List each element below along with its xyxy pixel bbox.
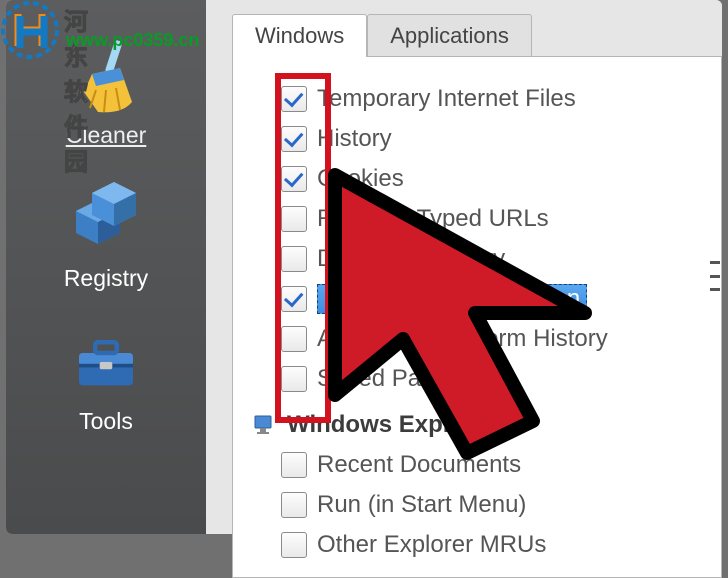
checkbox-download-history[interactable]: [281, 246, 307, 272]
item-label: Recent Documents: [317, 451, 521, 479]
checkbox-cookies[interactable]: [281, 166, 307, 192]
list-item[interactable]: Temporary Internet Files: [251, 79, 709, 119]
list-item[interactable]: Cookies: [251, 159, 709, 199]
item-label: Temporary Internet Files: [317, 85, 576, 113]
list-item[interactable]: Recent Documents: [251, 445, 709, 485]
item-label: Recently Typed URLs: [317, 205, 549, 233]
sidebar: Cleaner Registry: [6, 0, 206, 534]
broom-icon: [66, 36, 146, 116]
tab-bar: Windows Applications: [232, 14, 722, 57]
toolbox-icon: [66, 322, 146, 402]
list-item[interactable]: Run (in Start Menu): [251, 485, 709, 525]
item-label: Run (in Start Menu): [317, 491, 526, 519]
sidebar-label-registry: Registry: [64, 265, 148, 292]
item-label: Last Download Location: [317, 284, 587, 314]
item-label: History: [317, 125, 392, 153]
tab-applications[interactable]: Applications: [367, 14, 532, 57]
list-item[interactable]: Recently Typed URLs: [251, 199, 709, 239]
main-panel: Windows Applications Temporary Internet …: [206, 0, 722, 534]
tab-windows[interactable]: Windows: [232, 14, 367, 57]
list-item[interactable]: Saved Passwords: [251, 359, 709, 399]
checkbox-temp-files[interactable]: [281, 86, 307, 112]
checkbox-other-mru[interactable]: [281, 532, 307, 558]
checkbox-saved-passwords[interactable]: [281, 366, 307, 392]
registry-icon: [66, 179, 146, 259]
checkbox-history[interactable]: [281, 126, 307, 152]
section-header-explorer: Windows Explorer: [251, 405, 709, 445]
sidebar-label-cleaner: Cleaner: [66, 122, 147, 149]
list-item[interactable]: Autocomplete Form History: [251, 319, 709, 359]
list-item[interactable]: Last Download Location: [251, 279, 709, 319]
resize-handle[interactable]: [710, 256, 720, 296]
app-window: Cleaner Registry: [6, 0, 722, 534]
list-item[interactable]: History: [251, 119, 709, 159]
checkbox-run[interactable]: [281, 492, 307, 518]
checkbox-autocomplete[interactable]: [281, 326, 307, 352]
item-label: Download History: [317, 245, 505, 273]
section-heading: Windows Explorer: [287, 411, 496, 439]
checkbox-typed-urls[interactable]: [281, 206, 307, 232]
item-label: Other Explorer MRUs: [317, 531, 546, 559]
item-label: Cookies: [317, 165, 404, 193]
list-item[interactable]: Download History: [251, 239, 709, 279]
explorer-icon: [251, 412, 277, 438]
item-label: Saved Passwords: [317, 365, 509, 393]
tab-panel-windows: Temporary Internet Files History Cookies…: [232, 56, 722, 578]
sidebar-item-cleaner[interactable]: Cleaner: [6, 30, 206, 155]
checkbox-recent-docs[interactable]: [281, 452, 307, 478]
checkbox-last-download[interactable]: [281, 286, 307, 312]
sidebar-item-registry[interactable]: Registry: [6, 173, 206, 298]
list-item[interactable]: Other Explorer MRUs: [251, 525, 709, 565]
sidebar-item-tools[interactable]: Tools: [6, 316, 206, 441]
sidebar-label-tools: Tools: [79, 408, 133, 435]
item-label: Autocomplete Form History: [317, 325, 608, 353]
